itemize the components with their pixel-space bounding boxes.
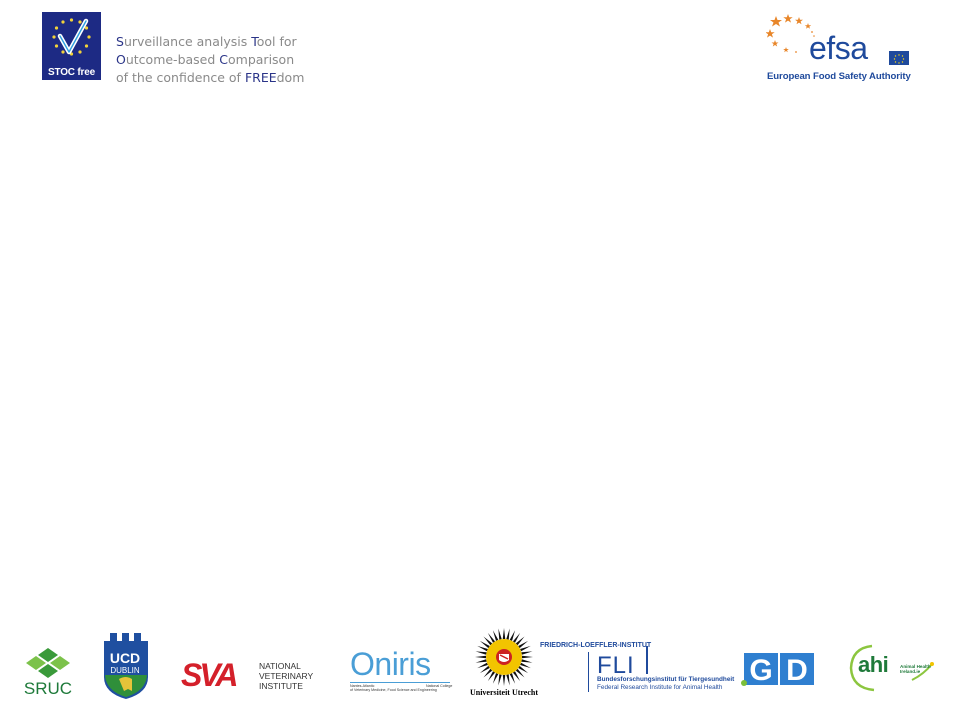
fli-bar	[646, 646, 648, 674]
tagline-text: ool for	[256, 34, 297, 49]
ucd-subtitle: DUBLIN	[110, 666, 140, 675]
tagline-text: of the confidence of	[116, 70, 245, 85]
gd-logo: G D	[740, 651, 816, 687]
tagline-highlight: C	[219, 52, 229, 67]
oniris-right-text: National College	[426, 684, 453, 688]
tagline-line: Surveillance analysis Tool for	[116, 33, 304, 51]
tagline-text: urveillance analysis	[123, 34, 252, 49]
sva-logo: SVA NATIONAL VETERINARY INSTITUTE	[181, 658, 321, 694]
fli-english-name: Federal Research Institute for Animal He…	[597, 684, 723, 691]
ucd-dublin-logo: UCD DUBLIN	[102, 633, 150, 699]
tagline-highlight: S	[116, 34, 124, 49]
efsa-wordmark: efsa	[809, 30, 868, 66]
fli-rule	[588, 652, 589, 692]
animal-health-ireland-logo: ahi Animal Health Ireland.ie	[848, 644, 934, 692]
fli-logo: FRIEDRICH-LOEFFLER-INSTITUT FLI Bundesfo…	[540, 642, 735, 696]
tagline-text: dom	[276, 70, 305, 85]
fli-german-name: Bundesforschungsinstitut für Tiergesundh…	[597, 676, 735, 683]
gd-letter-d: D	[786, 654, 808, 687]
gd-letter-g: G	[749, 654, 772, 687]
ahi-subtitle: Animal Health Ireland.ie	[900, 664, 931, 675]
stoc-logo-label: STOC free	[48, 67, 95, 78]
tagline-line: Outcome-based Comparison	[116, 51, 304, 69]
tagline-text: utcome-based	[125, 52, 220, 67]
sruc-wordmark: SRUC	[23, 679, 73, 698]
oniris-wordmark: Oniris	[350, 646, 431, 682]
sva-name: NATIONAL VETERINARY INSTITUTE	[259, 661, 314, 691]
sruc-logo: SRUC	[22, 648, 74, 698]
utrecht-university-logo: Universiteit Utrecht	[466, 627, 542, 699]
stoc-free-logo: STOC free	[42, 12, 101, 80]
tagline-highlight: O	[116, 52, 126, 67]
efsa-logo: efsa European Food Safety Authority	[766, 14, 916, 84]
tagline-text: omparison	[228, 52, 295, 67]
efsa-full-name: European Food Safety Authority	[767, 71, 911, 82]
sruc-diamonds-icon	[26, 648, 70, 678]
project-tagline: Surveillance analysis Tool for Outcome-ba…	[116, 33, 304, 87]
oniris-logo: Oniris Nantes-Atlantic of Veterinary Med…	[350, 646, 452, 696]
tagline-highlight: FREE	[244, 70, 277, 85]
eu-flag-icon	[889, 51, 909, 65]
ucd-wordmark: UCD	[109, 650, 141, 666]
ahi-wordmark: ahi	[858, 652, 889, 677]
utrecht-sun-icon	[475, 628, 533, 686]
oniris-rule	[350, 682, 450, 683]
gd-mark-icon: G D	[741, 653, 814, 687]
fli-top-label: FRIEDRICH-LOEFFLER-INSTITUT	[540, 642, 652, 649]
sva-mark: SVA	[181, 657, 238, 693]
utrecht-wordmark: Universiteit Utrecht	[469, 688, 539, 697]
oniris-left-text: Nantes-Atlantic of Veterinary Medicine, …	[350, 684, 437, 693]
tagline-line: of the confidence of FREEdom	[116, 69, 304, 87]
